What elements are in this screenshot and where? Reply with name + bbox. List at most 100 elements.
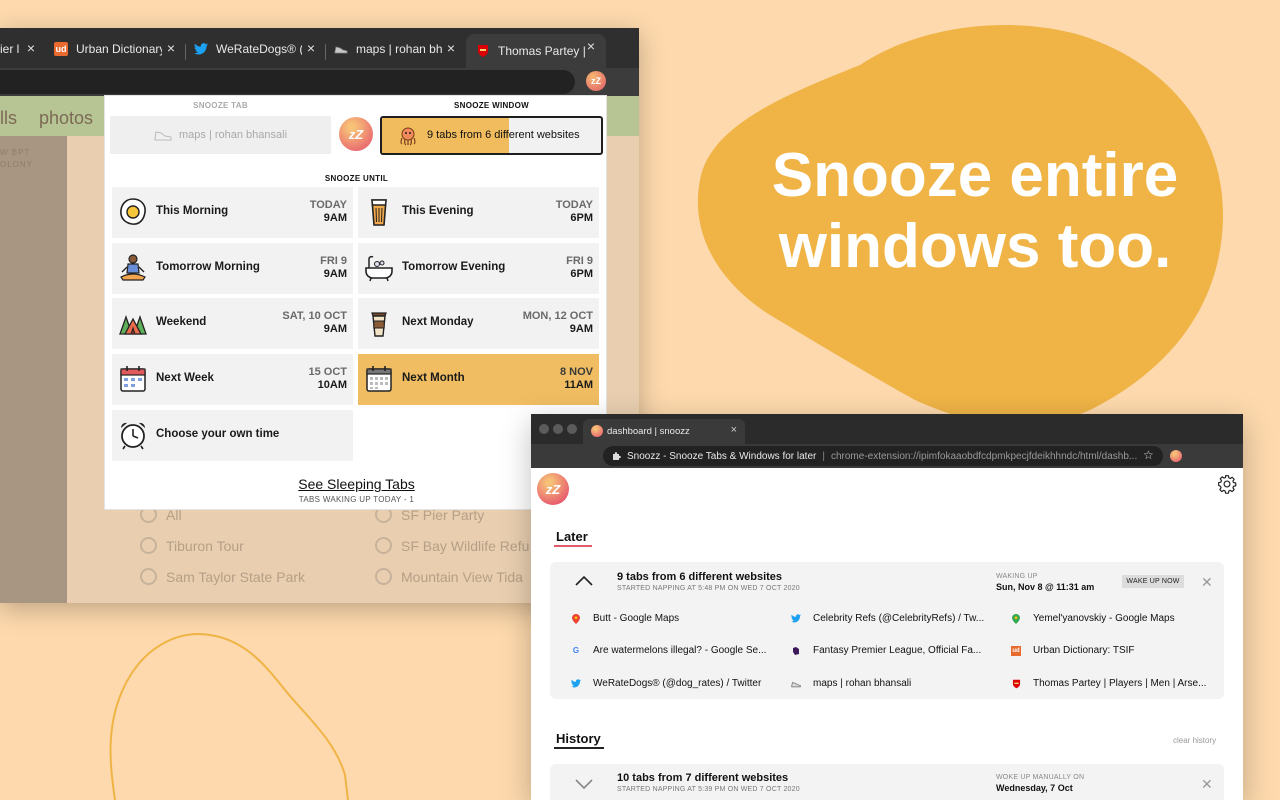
tab-link[interactable]: Fantasy Premier League, Official Fa... — [791, 645, 981, 656]
card-title[interactable]: 10 tabs from 7 different websites — [617, 772, 788, 784]
urban-dictionary-icon: ud — [1011, 645, 1021, 656]
snoozz-extension-icon[interactable] — [1170, 450, 1182, 462]
coffee-cup-icon — [371, 312, 387, 337]
address-bar[interactable]: Snoozz - Snooze Tabs & Windows for later… — [603, 446, 1163, 466]
snooze-tab-button[interactable]: maps | rohan bhansali — [110, 116, 331, 154]
option-label: Next Month — [402, 372, 465, 384]
later-heading: Later — [556, 529, 588, 544]
option-this-morning[interactable]: This Morning TODAY 9AM — [112, 187, 353, 238]
snooze-window-button[interactable]: 9 tabs from 6 different websites — [380, 116, 603, 155]
map-strip: W BPT OLONY — [0, 136, 67, 603]
headline-line-2: windows too. — [778, 212, 1172, 281]
card-subtitle: STARTED NAPPING AT 5:39 PM ON WED 7 OCT … — [617, 786, 800, 793]
browser-tab-4[interactable]: Thomas Partey | × — [466, 34, 606, 68]
tab-separator — [325, 44, 326, 60]
tab-link[interactable]: Butt - Google Maps — [571, 613, 679, 624]
option-label: Next Week — [156, 372, 214, 384]
nav-item[interactable]: lls — [0, 108, 17, 129]
chevron-down-icon[interactable] — [575, 779, 593, 789]
tab-title: dashboard | snoozz — [607, 426, 690, 437]
alarm-clock-icon — [120, 422, 146, 450]
page-url: chrome-extension://ipimfokaaobdfcdpmkpec… — [830, 450, 1138, 462]
headline: Snooze entire windows too. — [705, 140, 1245, 282]
snooze-window-label: 9 tabs from 6 different websites — [427, 129, 580, 141]
option-choose-own-time[interactable]: Choose your own time — [112, 410, 353, 461]
map-label: OLONY — [0, 160, 34, 169]
later-heading-underline — [554, 545, 592, 547]
option-this-evening[interactable]: This Evening TODAY 6PM — [358, 187, 599, 238]
tab-link[interactable]: G Are watermelons illegal? - Google Se..… — [571, 645, 767, 656]
bookmark-star-icon[interactable]: ☆ — [1143, 448, 1154, 462]
option-next-month[interactable]: Next Month 8 NOV 11AM — [358, 354, 599, 405]
close-icon[interactable]: ✕ — [1201, 574, 1213, 591]
bathtub-icon — [365, 255, 393, 282]
shoe-icon — [334, 42, 348, 56]
browser-tab-dashboard[interactable]: dashboard | snoozz × — [583, 419, 745, 444]
tab-close-icon[interactable]: × — [164, 41, 178, 55]
twitter-icon — [791, 614, 801, 624]
option-next-week[interactable]: Next Week 15 OCT 10AM — [112, 354, 353, 405]
radio-option[interactable]: Tiburon Tour — [140, 537, 244, 554]
browser-tab-2[interactable]: WeRateDogs® (@ × — [194, 36, 318, 62]
snooze-tab-heading: SNOOZE TAB — [193, 101, 248, 110]
tab-title: ier l — [0, 42, 20, 56]
clear-history-link[interactable]: clear history — [1173, 736, 1216, 745]
snoozz-extension-icon[interactable]: zZ — [586, 71, 606, 91]
option-weekend[interactable]: Weekend SAT, 10 OCT 9AM — [112, 298, 353, 349]
browser-tab-0[interactable]: ier l × — [0, 36, 38, 62]
tab-close-icon[interactable]: × — [444, 41, 458, 55]
browser-tab-3[interactable]: maps | rohan bha × — [334, 36, 458, 62]
snooze-until-heading: SNOOZE UNTIL — [324, 174, 389, 183]
beer-icon — [371, 199, 387, 226]
tab-strip: dashboard | snoozz × — [531, 414, 1243, 444]
map-label: W BPT — [0, 148, 31, 157]
option-label: This Morning — [156, 205, 229, 217]
urban-dictionary-icon: ud — [54, 42, 68, 56]
tab-separator — [185, 44, 186, 60]
option-date: FRI 9 9AM — [320, 255, 347, 280]
wake-up-now-button[interactable]: WAKE UP NOW — [1122, 575, 1184, 588]
premier-league-icon — [791, 646, 801, 656]
option-tomorrow-evening[interactable]: Tomorrow Evening FRI 9 6PM — [358, 243, 599, 294]
browser-toolbar: zZ — [0, 68, 639, 96]
option-label: This Evening — [402, 205, 474, 217]
radio-option[interactable]: Sam Taylor State Park — [140, 568, 305, 585]
card-title[interactable]: 9 tabs from 6 different websites — [617, 571, 782, 583]
tab-link[interactable]: Yemel'yanovskiy - Google Maps — [1011, 613, 1175, 624]
arsenal-icon — [1011, 679, 1021, 689]
option-next-monday[interactable]: Next Monday MON, 12 OCT 9AM — [358, 298, 599, 349]
tab-link[interactable]: maps | rohan bhansali — [791, 678, 911, 689]
option-label: Tomorrow Evening — [402, 261, 506, 273]
option-date: TODAY 6PM — [555, 199, 593, 224]
window-minimize-control[interactable] — [553, 424, 563, 434]
google-maps-icon — [571, 613, 581, 624]
tab-link[interactable]: Thomas Partey | Players | Men | Arse... — [1011, 678, 1206, 689]
radio-option[interactable]: SF Bay Wildlife Refu — [375, 537, 529, 554]
tab-title: Thomas Partey | — [498, 44, 586, 58]
tab-link[interactable]: WeRateDogs® (@dog_rates) / Twitter — [571, 678, 761, 689]
tab-close-icon[interactable]: × — [584, 39, 598, 53]
settings-gear-icon[interactable] — [1217, 474, 1237, 494]
google-maps-icon — [1011, 613, 1021, 624]
tab-link[interactable]: ud Urban Dictionary: TSIF — [1011, 645, 1135, 656]
browser-tab-1[interactable]: ud Urban Dictionary × — [54, 36, 178, 62]
egg-icon — [120, 198, 146, 225]
close-icon[interactable]: ✕ — [1201, 776, 1213, 793]
history-heading: History — [556, 731, 601, 746]
radio-option[interactable]: Mountain View Tida — [375, 568, 523, 585]
window-close-control[interactable] — [539, 424, 549, 434]
history-window-card: 10 tabs from 7 different websites STARTE… — [550, 764, 1224, 800]
tab-title: Urban Dictionary — [76, 42, 162, 56]
extension-puzzle-icon — [613, 452, 621, 460]
outline-blob-decoration — [109, 633, 349, 800]
tab-close-icon[interactable]: × — [304, 41, 318, 55]
address-bar[interactable] — [0, 70, 575, 94]
nav-item[interactable]: photos — [39, 108, 93, 129]
tab-close-icon[interactable]: × — [24, 41, 38, 55]
tab-link[interactable]: Celebrity Refs (@CelebrityRefs) / Tw... — [791, 613, 984, 624]
chevron-up-icon[interactable] — [575, 576, 593, 586]
shoe-icon — [791, 679, 801, 689]
option-tomorrow-morning[interactable]: Tomorrow Morning FRI 9 9AM — [112, 243, 353, 294]
tab-close-icon[interactable]: × — [731, 424, 737, 436]
window-zoom-control[interactable] — [567, 424, 577, 434]
